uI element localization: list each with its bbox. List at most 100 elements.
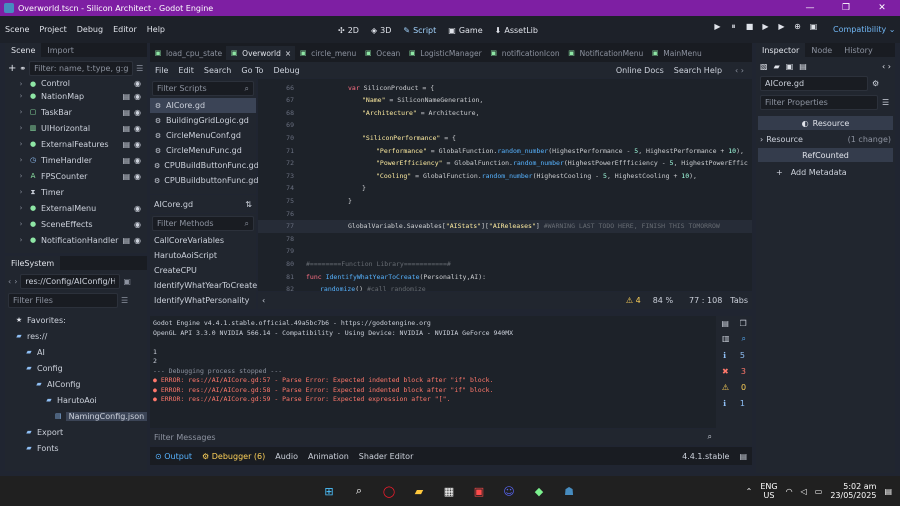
script-tab[interactable]: ▣ notificationIcon — [486, 46, 564, 60]
script-list-item[interactable]: ⚙ CPUBuildButtonFunc.gd — [150, 158, 259, 173]
volume-icon[interactable]: ◁ — [801, 487, 807, 496]
file-item[interactable]: ▰ AI — [5, 344, 147, 360]
visibility-eye-icon[interactable]: ◉ — [134, 80, 141, 88]
chevron-right-icon[interactable]: › — [17, 172, 25, 180]
code-line[interactable]: 78 — [258, 232, 306, 245]
code-line[interactable]: 72 "PowerEfficiency" = GlobalFunction.ran… — [258, 157, 748, 170]
close-button[interactable]: ✕ — [864, 3, 900, 13]
minimize-button[interactable]: — — [792, 3, 828, 13]
filter-methods-input[interactable]: Filter Methods ⌕ — [152, 216, 254, 231]
scene-node[interactable]: › A FPSCounter ▤ ◉ — [5, 168, 147, 184]
chevron-right-icon[interactable]: › — [17, 124, 25, 132]
script-icon[interactable]: ▤ — [122, 92, 130, 101]
chevron-right-icon[interactable]: › — [17, 188, 25, 196]
store-icon[interactable]: ▦ — [439, 481, 459, 501]
indent-mode[interactable]: Tabs — [730, 296, 748, 305]
script-menu-goto[interactable]: Go To — [236, 66, 268, 75]
toggle-scripts-icon[interactable]: ‹ — [262, 296, 265, 305]
tab-audio[interactable]: Audio — [270, 452, 303, 461]
app-icon[interactable]: ▣ — [469, 481, 489, 501]
code-line[interactable]: 67 "Name" = SiliconNameGeneration, — [258, 94, 483, 107]
file-item[interactable]: ▤ NamingConfig.json — [5, 408, 147, 424]
movie-icon[interactable]: ▣ — [808, 22, 819, 32]
scene-node[interactable]: › ⧗ Timer — [5, 184, 147, 200]
wifi-icon[interactable]: ◠ — [786, 487, 793, 496]
menu-editor[interactable]: Editor — [108, 25, 142, 34]
file-item[interactable]: ▰ Fonts — [5, 440, 147, 456]
language-indicator[interactable]: ENG US — [760, 482, 777, 500]
refcounted-section-header[interactable]: RefCounted — [758, 148, 893, 162]
extra-icon[interactable]: ▤ — [799, 62, 807, 71]
method-item[interactable]: IdentifyWhatYearToCreate — [150, 278, 257, 293]
visibility-eye-icon[interactable]: ◉ — [134, 220, 141, 229]
filter-scripts-input[interactable]: Filter Scripts ⌕ — [152, 81, 254, 96]
visibility-eye-icon[interactable]: ◉ — [134, 124, 141, 133]
code-line[interactable]: 71 "Performance" = GlobalFunction.random_… — [258, 144, 744, 157]
chevron-right-icon[interactable]: › — [17, 80, 25, 88]
git-icon[interactable]: ◆ — [529, 481, 549, 501]
sort-methods-icon[interactable]: ⇅ — [245, 200, 252, 209]
visibility-eye-icon[interactable]: ◉ — [134, 140, 141, 149]
scene-node[interactable]: › ▥ UIHorizontal ▤ ◉ — [5, 120, 147, 136]
filter-options-icon[interactable]: ☰ — [136, 64, 143, 73]
pause-icon[interactable]: ⏸ — [728, 22, 739, 32]
script-menu-debug[interactable]: Debug — [268, 66, 304, 75]
chevron-right-icon[interactable]: › — [17, 156, 25, 164]
history-nav-icon[interactable]: ‹ › — [882, 62, 891, 71]
warning-icon[interactable]: ⚠ — [722, 383, 729, 392]
save-icon[interactable]: ▣ — [786, 62, 794, 71]
script-tab[interactable]: ▣ Ocean — [360, 46, 404, 60]
script-icon[interactable]: ▤ — [122, 140, 130, 149]
code-line[interactable]: 82 randomize() #call randomize — [258, 283, 426, 291]
code-editor[interactable]: 66 var SiliconProduct = {67 "Name" = Silic… — [258, 79, 752, 291]
search-output-icon[interactable]: ⌕ — [742, 334, 746, 344]
tab-shader-editor[interactable]: Shader Editor — [354, 452, 419, 461]
code-line[interactable]: 70 "SiliconPerformance" = { — [258, 131, 456, 144]
code-line[interactable]: 74} — [258, 182, 366, 195]
tab-debugger[interactable]: ⚙ Debugger (6) — [197, 452, 270, 461]
forward-icon[interactable]: › — [14, 277, 17, 286]
method-item[interactable]: CreateCPU — [150, 263, 256, 278]
code-line[interactable]: 81 func IdentifyWhatYearToCreate(Personal… — [258, 270, 486, 283]
clock[interactable]: 5:02 am 23/05/2025 — [830, 482, 876, 500]
scene-filter-input[interactable]: Filter: name, t:type, g:gr — [29, 61, 134, 76]
tab-node[interactable]: Node — [805, 43, 838, 57]
script-tab[interactable]: ▣ circle_menu — [295, 46, 360, 60]
warnings-count[interactable]: ⚠ 4 — [626, 296, 653, 305]
add-metadata-button[interactable]: + Add Metadata — [756, 164, 895, 180]
visibility-eye-icon[interactable]: ◉ — [134, 236, 141, 245]
code-line[interactable]: 77 GlobalVariable.Saveables["AIStats"]["A… — [258, 219, 752, 233]
scene-node[interactable]: › ◷ TimeHandler ▤ ◉ — [5, 152, 147, 168]
method-item[interactable]: HarutoAoiScript — [150, 248, 256, 263]
battery-icon[interactable]: ▭ — [815, 487, 823, 496]
chevron-right-icon[interactable]: › — [17, 204, 25, 212]
expand-panel-icon[interactable]: ▤ — [734, 452, 752, 461]
menu-scene[interactable]: Scene — [0, 25, 34, 34]
script-icon[interactable]: ▤ — [122, 236, 130, 245]
tab-filesystem[interactable]: FileSystem — [5, 256, 61, 270]
visibility-eye-icon[interactable]: ◉ — [134, 172, 141, 181]
workspace-game[interactable]: ▣ Game — [442, 21, 488, 39]
error-icon[interactable]: ✖ — [722, 367, 729, 376]
code-line[interactable]: 69 — [258, 119, 348, 132]
info-icon[interactable]: ℹ — [723, 351, 726, 360]
search-help-button[interactable]: Search Help — [669, 66, 727, 75]
tab-import[interactable]: Import — [41, 43, 80, 57]
file-item[interactable]: ▰ HarutoAoi — [5, 392, 147, 408]
play-custom-icon[interactable]: ▶ — [776, 22, 787, 32]
discord-icon[interactable]: ☺ — [499, 481, 519, 501]
new-resource-icon[interactable]: ▧ — [760, 62, 768, 71]
close-tab-icon[interactable]: × — [285, 49, 291, 58]
windows-start-icon[interactable]: ⊞ — [319, 481, 339, 501]
script-nav-icon[interactable]: ‹ › — [727, 66, 752, 75]
code-line[interactable]: 68 "Architecture" = Architecture, — [258, 106, 479, 119]
sort-icon[interactable]: ☰ — [121, 296, 128, 305]
code-line[interactable]: 80 #========Function Library===========# — [258, 257, 451, 270]
script-menu-edit[interactable]: Edit — [173, 66, 199, 75]
scene-node[interactable]: › ● ExternalFeatures ▤ ◉ — [5, 136, 147, 152]
menu-help[interactable]: Help — [142, 25, 170, 34]
workspace-3d[interactable]: ◈ 3D — [365, 21, 397, 39]
filter-properties-input[interactable]: Filter Properties — [760, 95, 878, 110]
add-node-icon[interactable]: + — [8, 63, 16, 74]
resource-row[interactable]: › Resource (1 change) — [756, 132, 895, 146]
